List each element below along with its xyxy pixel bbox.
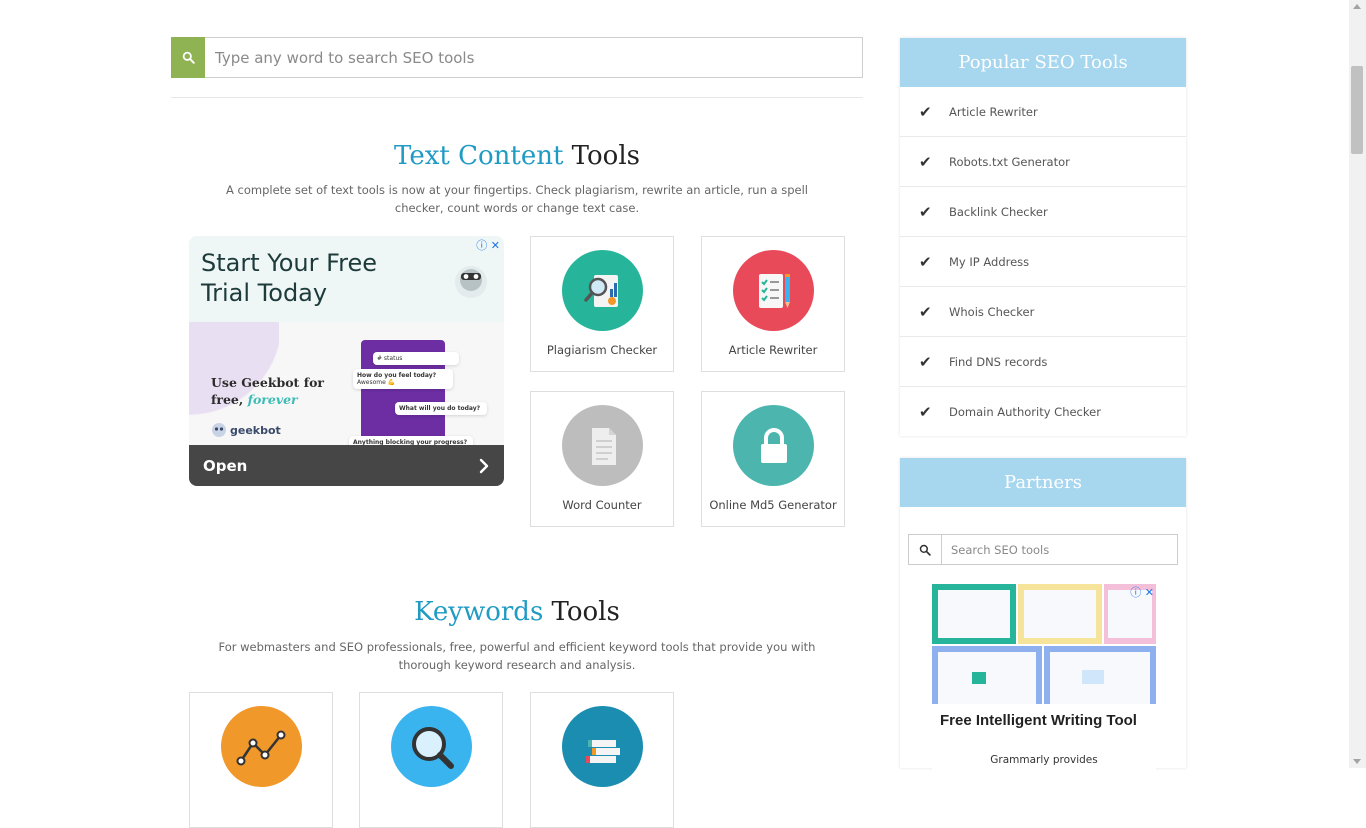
ad-chat-bubble: How do you feel today? Awesome 💪 (353, 369, 453, 389)
ad-copy: Use Geekbot for free, forever (211, 374, 324, 408)
tool-card-label: Word Counter (562, 498, 642, 512)
text-content-description: A complete set of text tools is now at y… (226, 183, 808, 215)
partners-search (908, 534, 1178, 565)
popular-tool-label: Backlink Checker (949, 204, 1048, 219)
scroll-down-icon[interactable] (1353, 759, 1361, 764)
partners-panel: Partners ⓘ ✕ Free Intelligent Writing To… (900, 458, 1186, 774)
partner-ad-title: Free Intelligent Writing Tool (940, 712, 1137, 729)
tool-card-article-rewriter[interactable]: Article Rewriter (701, 236, 845, 372)
ad-cta-bar[interactable]: Open (189, 445, 504, 486)
scrollbar-thumb[interactable] (1351, 66, 1363, 154)
tool-card-label: Plagiarism Checker (546, 343, 658, 357)
partners-search-input[interactable] (942, 534, 1178, 565)
popular-tool-label: My IP Address (949, 254, 1030, 269)
checklist-icon (733, 250, 814, 331)
ad-screenshot-collage (932, 584, 1156, 704)
ad-copy-line: Use Geekbot for (211, 375, 324, 390)
popular-tool-label: Find DNS records (949, 354, 1048, 369)
heading-accent: Keywords (414, 597, 544, 627)
tool-search-bar (171, 37, 863, 78)
search-button[interactable] (171, 37, 205, 78)
search-input[interactable] (205, 37, 863, 78)
ad-copy-line: free, forever (211, 391, 324, 408)
checkmark-icon: ✔ (919, 202, 932, 221)
ad-chat-bubble: What will you do today? (395, 402, 487, 415)
partners-title: Partners (900, 458, 1186, 507)
advertisement[interactable]: Start Your Free Trial Today ⓘ ✕ # status… (189, 236, 504, 486)
popular-seo-tools-title: Popular SEO Tools (900, 38, 1186, 87)
text-content-heading: Text Content Tools (171, 141, 863, 171)
ad-status-tag: # status (373, 352, 459, 365)
ad-chat-answer: Awesome 💪 (357, 379, 396, 386)
line-chart-icon (221, 706, 302, 787)
popular-tool-label: Article Rewriter (949, 104, 1038, 119)
ad-headline: Start Your Free Trial Today (201, 249, 378, 307)
ad-chat-question: How do you feel today? (357, 372, 437, 379)
tool-card-online-md5-generator[interactable]: Online Md5 Generator (701, 391, 845, 527)
popular-tool-item[interactable]: ✔ Backlink Checker (900, 187, 1186, 237)
popular-seo-tools-panel: Popular SEO Tools ✔ Article Rewriter ✔ Rob… (900, 38, 1186, 436)
ad-copy-prefix: free, (211, 392, 248, 407)
heading-rest: Tools (543, 597, 620, 627)
checkmark-icon: ✔ (919, 252, 932, 271)
page-scrollbar[interactable] (1349, 0, 1366, 768)
ad-choices-close-icon[interactable]: ⓘ ✕ (1130, 584, 1154, 600)
search-icon (182, 51, 195, 64)
checkmark-icon: ✔ (919, 152, 932, 171)
checkmark-icon: ✔ (919, 302, 932, 321)
heading-rest: Tools (563, 141, 640, 171)
tool-card-word-counter[interactable]: Word Counter (530, 391, 674, 527)
lock-icon (733, 405, 814, 486)
checkmark-icon: ✔ (919, 102, 932, 121)
popular-tool-item[interactable]: ✔ Find DNS records (900, 337, 1186, 387)
popular-tool-item[interactable]: ✔ Article Rewriter (900, 87, 1186, 137)
chevron-right-icon (479, 458, 489, 473)
checkmark-icon: ✔ (919, 402, 932, 421)
partner-ad-subtitle: Grammarly provides (990, 754, 1098, 766)
popular-tool-item[interactable]: ✔ Robots.txt Generator (900, 137, 1186, 187)
partners-search-button[interactable] (908, 534, 942, 565)
books-icon (562, 706, 643, 787)
ad-copy-highlight: forever (247, 392, 298, 407)
tool-card-label: Article Rewriter (728, 343, 818, 357)
heading-accent: Text Content (394, 141, 564, 171)
checkmark-icon: ✔ (919, 352, 932, 371)
document-icon (562, 405, 643, 486)
divider (171, 97, 863, 98)
robot-icon (455, 266, 487, 298)
ad-brand: geekbot (211, 422, 281, 438)
keywords-heading: Keywords Tools (171, 597, 863, 627)
tool-card-keyword-3[interactable] (530, 692, 674, 828)
popular-tool-item[interactable]: ✔ My IP Address (900, 237, 1186, 287)
popular-tool-item[interactable]: ✔ Whois Checker (900, 287, 1186, 337)
popular-tool-item[interactable]: ✔ Domain Authority Checker (900, 387, 1186, 436)
ad-brand-name: geekbot (230, 423, 281, 437)
tool-card-label: Online Md5 Generator (709, 498, 837, 512)
tool-card-keyword-1[interactable] (189, 692, 333, 828)
popular-tool-label: Robots.txt Generator (949, 154, 1070, 169)
tool-card-plagiarism-checker[interactable]: Plagiarism Checker (530, 236, 674, 372)
plagiarism-icon (562, 250, 643, 331)
scroll-up-icon[interactable] (1353, 4, 1361, 9)
geekbot-logo-icon (212, 423, 226, 437)
search-icon (919, 544, 931, 556)
tool-card-keyword-2[interactable] (359, 692, 503, 828)
popular-tool-label: Whois Checker (949, 304, 1035, 319)
keywords-description: For webmasters and SEO professionals, fr… (218, 640, 816, 672)
ad-open-button[interactable]: Open (203, 457, 247, 475)
partner-advertisement[interactable]: ⓘ ✕ Free Intelligent Writing Tool Gramma… (932, 584, 1156, 774)
popular-tool-label: Domain Authority Checker (949, 404, 1101, 419)
ad-choices-close-icon[interactable]: ⓘ ✕ (476, 237, 500, 253)
www-search-icon (391, 706, 472, 787)
